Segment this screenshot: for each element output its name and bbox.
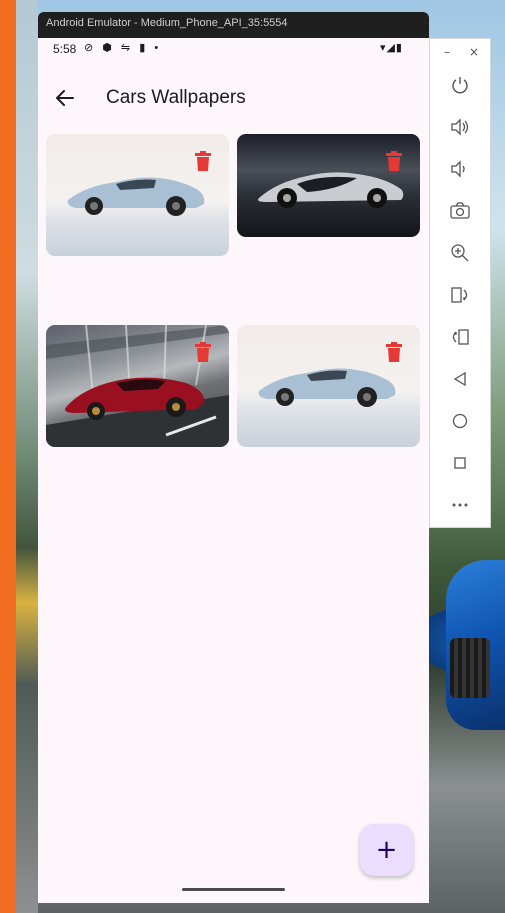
rotate-left-icon[interactable] (446, 283, 474, 307)
volume-up-icon[interactable] (446, 115, 474, 139)
minimize-button[interactable]: – (444, 45, 450, 59)
emulator-toolbar: – × (429, 38, 491, 528)
status-bar: 5:58 ⊘ ⬢ ⇋ ▮ • ▾◢▮ (38, 38, 429, 60)
wallpaper-card[interactable] (46, 325, 229, 447)
emulator-title[interactable]: Android Emulator - Medium_Phone_API_35:5… (38, 12, 429, 34)
home-icon[interactable] (446, 409, 474, 433)
trash-icon[interactable] (386, 342, 402, 362)
wallpaper-left-strip (16, 0, 38, 913)
status-system-icons: ▾◢▮ (379, 42, 403, 54)
add-wallpaper-button[interactable]: + (360, 824, 413, 876)
trash-icon[interactable] (195, 342, 211, 362)
car-image (258, 172, 404, 208)
rotate-right-icon[interactable] (446, 325, 474, 349)
emulator-window: Android Emulator - Medium_Phone_API_35:5… (38, 12, 429, 903)
wallpaper-car-grille (450, 638, 490, 698)
status-time: 5:58 (53, 42, 77, 56)
app-bar: Cars Wallpapers (38, 71, 429, 127)
camera-icon[interactable] (446, 199, 474, 223)
wallpaper-card[interactable] (46, 134, 229, 256)
page-title: Cars Wallpapers (106, 87, 246, 108)
close-button[interactable]: × (469, 45, 479, 59)
phone-screen: 5:58 ⊘ ⬢ ⇋ ▮ • ▾◢▮ Cars Wallpapers + (38, 38, 429, 903)
wallpaper-card[interactable] (237, 325, 420, 447)
wallpaper-card[interactable] (237, 134, 420, 237)
volume-down-icon[interactable] (446, 157, 474, 181)
power-icon[interactable] (446, 73, 474, 97)
status-notification-icons: ⊘ ⬢ ⇋ ▮ • (84, 42, 162, 54)
back-icon[interactable] (446, 367, 474, 391)
zoom-in-icon[interactable] (446, 241, 474, 265)
overview-icon[interactable] (446, 451, 474, 475)
gesture-nav-handle[interactable] (182, 888, 285, 891)
arrow-back-icon[interactable] (52, 85, 78, 111)
more-icon[interactable] (446, 493, 474, 517)
trash-icon[interactable] (386, 151, 402, 171)
trash-icon[interactable] (195, 151, 211, 171)
wallpaper-blue-car (446, 560, 505, 730)
